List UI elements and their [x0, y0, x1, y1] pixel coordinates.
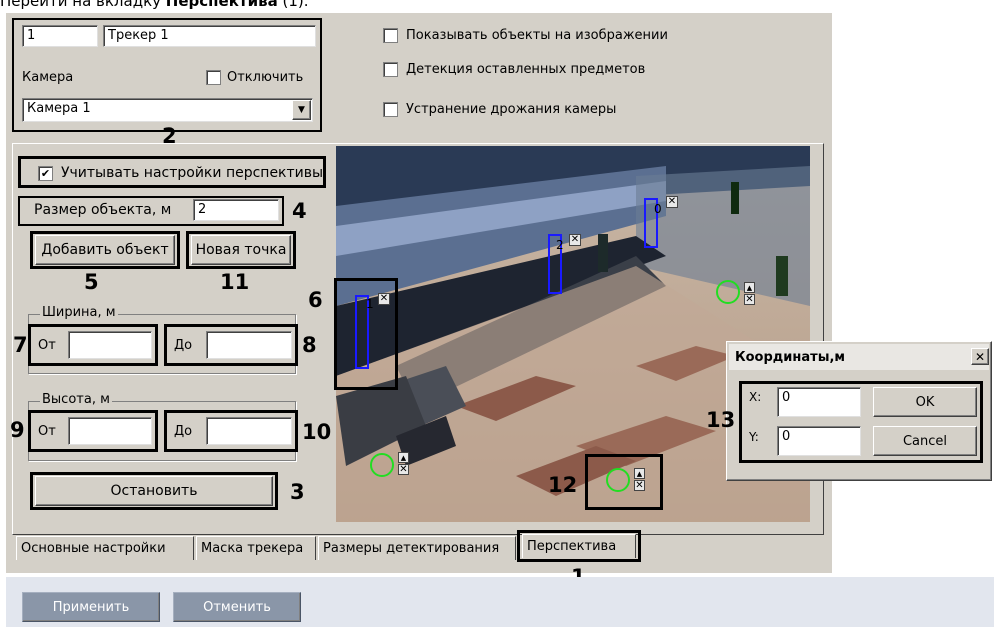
object-size-input[interactable]: 2 [193, 199, 279, 221]
dialog-ok-button[interactable]: OK [873, 387, 977, 417]
instruction-text: Перейти на вкладку Перспектива (1). [0, 0, 309, 10]
height-group-label: Высота, м [40, 392, 112, 407]
width-group-label: Ширина, м [40, 305, 118, 320]
point-marker-b-up-icon[interactable]: ▲ [398, 452, 409, 463]
option-stabilization[interactable]: Устранение дрожания камеры [383, 102, 616, 117]
use-perspective-checkbox[interactable]: ✔ Учитывать настройки перспективы [38, 165, 323, 181]
y-input[interactable]: 0 [777, 426, 861, 456]
callout-9: 9 [10, 418, 25, 442]
height-to-input[interactable] [206, 417, 292, 445]
dialog-cancel-button[interactable]: Cancel [873, 426, 977, 456]
height-from-label: От [38, 424, 56, 439]
height-from-input[interactable] [68, 417, 152, 445]
callout-6: 6 [308, 288, 323, 312]
object-marker-1-label: 1 [366, 297, 374, 311]
cancel-button[interactable]: Отменить [173, 592, 301, 622]
point-marker-a-up-icon[interactable]: ▲ [744, 282, 755, 293]
object-marker-2-close-icon[interactable]: ✕ [569, 234, 581, 246]
object-marker-1-close-icon[interactable]: ✕ [378, 293, 390, 305]
option-abandoned-detection-box[interactable] [383, 62, 398, 77]
x-input[interactable]: 0 [777, 387, 861, 417]
object-size-label: Размер объекта, м [34, 202, 172, 218]
y-label: Y: [749, 430, 759, 444]
callout-10: 10 [302, 420, 332, 444]
tab-detection-sizes[interactable]: Размеры детектирования [318, 536, 516, 560]
coordinates-dialog: Координаты,м ✕ X: 0 OK Y: 0 Cancel [726, 341, 992, 481]
option-abandoned-detection[interactable]: Детекция оставленных предметов [383, 62, 645, 77]
tab-perspective[interactable]: Перспектива [522, 534, 636, 558]
add-object-button[interactable]: Добавить объект [35, 235, 175, 265]
callout-7: 7 [13, 333, 28, 357]
width-to-label: До [174, 338, 193, 353]
callout-13: 13 [706, 408, 736, 432]
stop-button[interactable]: Остановить [35, 476, 273, 506]
close-icon: ✕ [974, 349, 986, 364]
width-from-label: От [38, 338, 56, 353]
callout-frame-point [585, 454, 663, 510]
width-to-input[interactable] [206, 331, 292, 359]
callout-3: 3 [290, 480, 305, 504]
callout-2: 2 [162, 124, 177, 148]
point-marker-b[interactable] [370, 453, 394, 477]
callout-frame-top [12, 18, 322, 132]
use-perspective-checkbox-box[interactable]: ✔ [38, 165, 53, 181]
point-marker-a-close-icon[interactable]: ✕ [744, 294, 755, 305]
checkmark-icon: ✔ [40, 166, 51, 180]
option-show-objects-box[interactable] [383, 28, 398, 43]
point-marker-a[interactable] [716, 280, 740, 304]
callout-4: 4 [292, 199, 307, 223]
dialog-title: Координаты,м [735, 349, 846, 365]
object-marker-0-label: 0 [654, 202, 662, 216]
dialog-close-button[interactable]: ✕ [971, 348, 989, 365]
callout-12: 12 [548, 473, 578, 497]
tab-tracker-mask[interactable]: Маска трекера [196, 536, 316, 560]
object-marker-0-close-icon[interactable]: ✕ [666, 196, 678, 208]
dialog-title-bar[interactable]: Координаты,м [729, 344, 989, 370]
apply-button[interactable]: Применить [22, 592, 160, 622]
option-show-objects[interactable]: Показывать объекты на изображении [383, 28, 668, 43]
new-point-button[interactable]: Новая точка [191, 235, 291, 265]
callout-8: 8 [302, 333, 317, 357]
tab-main-settings[interactable]: Основные настройки [16, 536, 194, 560]
object-marker-2-label: 2 [556, 238, 564, 252]
width-from-input[interactable] [68, 331, 152, 359]
point-marker-b-close-icon[interactable]: ✕ [398, 464, 409, 475]
callout-5: 5 [84, 270, 99, 294]
x-label: X: [749, 390, 762, 404]
callout-11: 11 [220, 270, 250, 294]
height-to-label: До [174, 424, 193, 439]
option-stabilization-box[interactable] [383, 102, 398, 117]
